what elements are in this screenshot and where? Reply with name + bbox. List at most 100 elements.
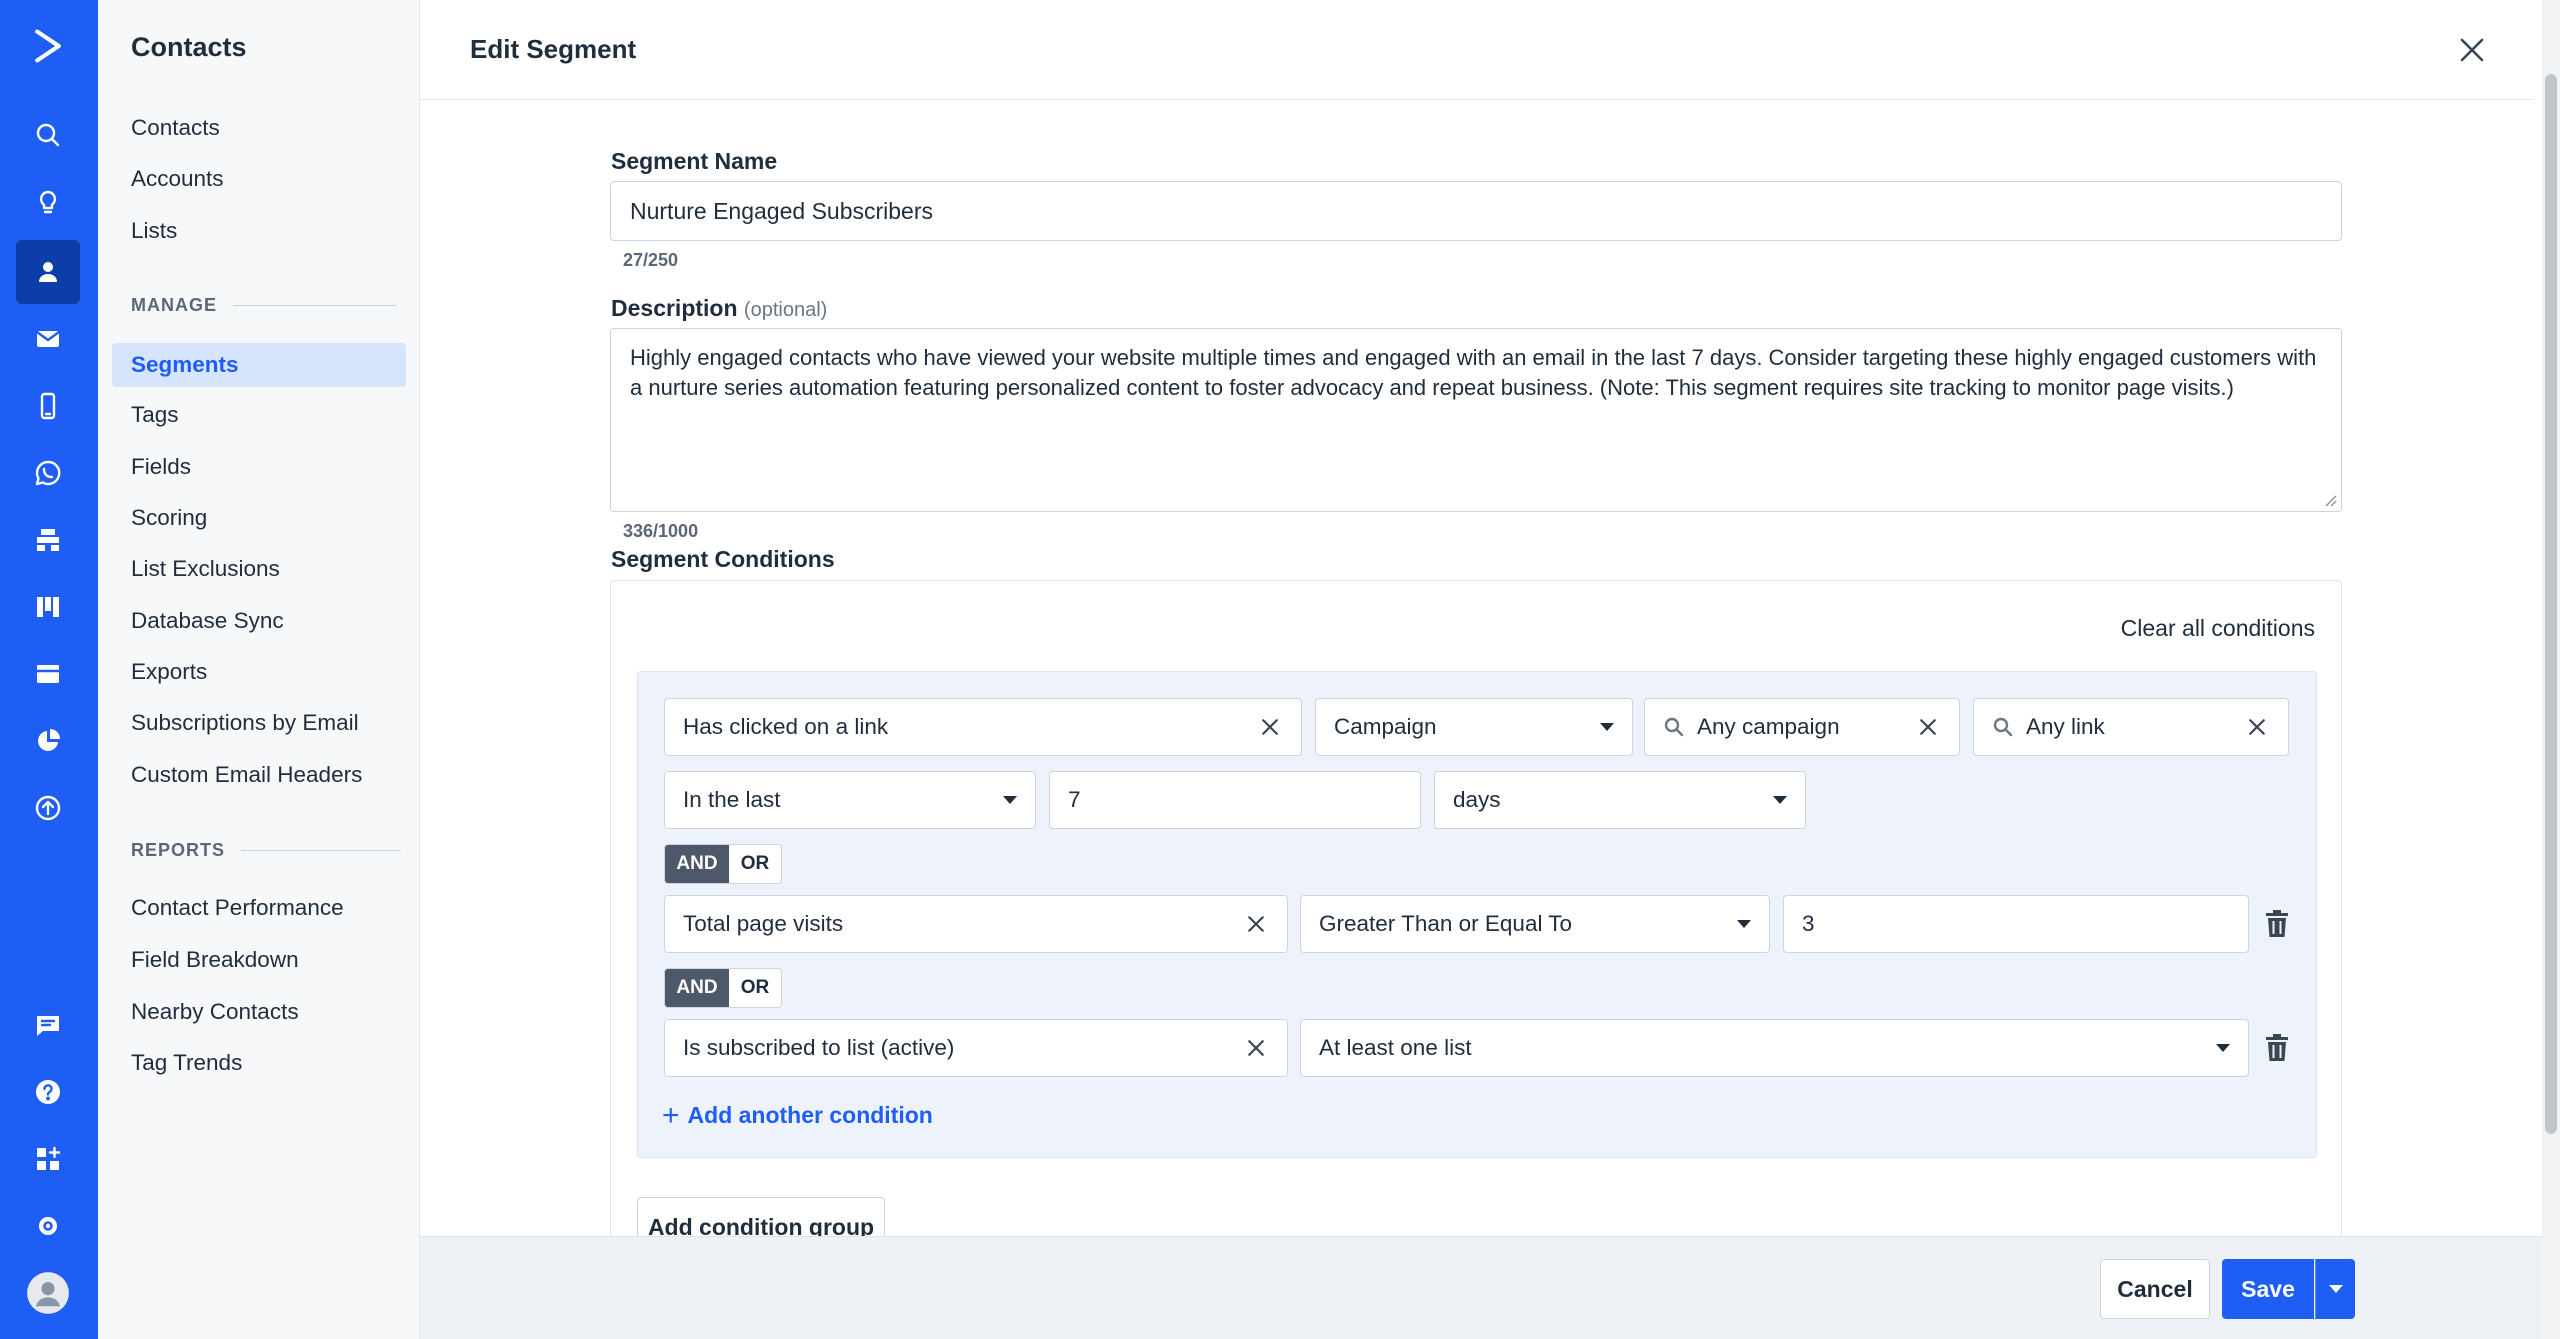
nav-item-field-breakdown[interactable]: Field Breakdown: [131, 946, 299, 974]
nav-item-segments[interactable]: Segments: [112, 343, 406, 387]
edit-segment-panel: Edit Segment Segment Name Nurture Engage…: [420, 0, 2560, 1339]
segment-conditions-box: Clear all conditions Has clicked on a li…: [610, 580, 2342, 1280]
panel-header: Edit Segment: [420, 0, 2532, 100]
pipeline-icon[interactable]: [16, 575, 80, 639]
and-toggle-1[interactable]: AND: [665, 845, 729, 883]
timeframe-text: In the last: [683, 787, 781, 812]
nav-item-custom-email-headers[interactable]: Custom Email Headers: [131, 761, 362, 789]
lightbulb-icon[interactable]: [16, 171, 80, 235]
timeframe-unit-text: days: [1453, 787, 1501, 812]
delete-condition-3-icon[interactable]: [2262, 1032, 2292, 1064]
help-icon[interactable]: [16, 1060, 80, 1124]
secondary-nav: Contacts Contacts Accounts Lists MANAGE …: [98, 0, 420, 1339]
panel-title: Edit Segment: [470, 34, 637, 64]
and-or-toggle-2: AND OR: [664, 968, 782, 1008]
nav-item-scoring[interactable]: Scoring: [131, 504, 207, 532]
condition-select-3[interactable]: Is subscribed to list (active): [664, 1019, 1288, 1077]
nav-item-tags[interactable]: Tags: [131, 401, 179, 429]
nav-item-list-exclusions[interactable]: List Exclusions: [131, 555, 280, 583]
nav-item-subscriptions-by-email[interactable]: Subscriptions by Email: [131, 709, 359, 737]
save-button[interactable]: Save: [2222, 1259, 2314, 1319]
user-avatar-icon[interactable]: [16, 1261, 80, 1325]
chevron-down-icon: [1737, 920, 1751, 928]
condition-2-text: Total page visits: [683, 911, 844, 936]
clear-condition-2-icon[interactable]: [1243, 911, 1269, 937]
campaign-type-select[interactable]: Campaign: [1315, 698, 1633, 756]
chevron-down-icon: [1773, 796, 1787, 804]
campaign-search-select[interactable]: Any campaign: [1644, 698, 1960, 756]
timeframe-select[interactable]: In the last: [664, 771, 1036, 829]
contacts-icon[interactable]: [16, 240, 80, 304]
upload-icon[interactable]: [16, 776, 80, 840]
campaign-search-text: Any campaign: [1697, 714, 1840, 739]
manage-section-label: MANAGE: [131, 295, 217, 315]
and-or-toggle-1: AND OR: [664, 844, 782, 884]
and-toggle-2[interactable]: AND: [665, 969, 729, 1007]
description-textarea[interactable]: Highly engaged contacts who have viewed …: [610, 328, 2342, 512]
nav-item-accounts[interactable]: Accounts: [131, 165, 224, 193]
list-select[interactable]: At least one list: [1300, 1019, 2249, 1077]
description-text: Highly engaged contacts who have viewed …: [630, 345, 2317, 400]
condition-select-2[interactable]: Total page visits: [664, 895, 1288, 953]
link-search-text: Any link: [2026, 714, 2105, 739]
add-another-condition-link[interactable]: + Add another condition: [662, 1098, 933, 1132]
nav-item-nearby-contacts[interactable]: Nearby Contacts: [131, 998, 299, 1026]
scrollbar[interactable]: [2542, 0, 2560, 1339]
condition-group: Has clicked on a link Campaign Any campa…: [637, 671, 2317, 1158]
cancel-button[interactable]: Cancel: [2100, 1259, 2210, 1319]
clear-campaign-icon[interactable]: [1915, 714, 1941, 740]
apps-icon[interactable]: [16, 1127, 80, 1191]
scrollbar-thumb[interactable]: [2545, 74, 2557, 1134]
segment-name-input[interactable]: Nurture Engaged Subscribers: [610, 181, 2342, 241]
whatsapp-icon[interactable]: [16, 441, 80, 505]
page-visits-value-input[interactable]: 3: [1783, 895, 2249, 953]
nav-item-exports[interactable]: Exports: [131, 658, 207, 686]
app-rail: [0, 0, 98, 1339]
description-optional-hint: (optional): [743, 299, 828, 321]
nav-item-contact-performance[interactable]: Contact Performance: [131, 894, 344, 922]
nav-item-fields[interactable]: Fields: [131, 453, 191, 481]
chat-icon[interactable]: [16, 993, 80, 1057]
condition-select-1[interactable]: Has clicked on a link: [664, 698, 1302, 756]
site-icon[interactable]: [16, 642, 80, 706]
segment-name-counter: 27/250: [623, 250, 679, 270]
search-icon[interactable]: [16, 103, 80, 167]
chevron-down-icon: [2328, 1285, 2343, 1293]
condition-3-text: Is subscribed to list (active): [683, 1035, 955, 1060]
description-label: Description (optional): [611, 295, 827, 322]
campaign-type-text: Campaign: [1334, 714, 1437, 739]
reports-pie-icon[interactable]: [16, 709, 80, 773]
automation-icon[interactable]: [16, 508, 80, 572]
nav-item-lists[interactable]: Lists: [131, 217, 177, 245]
nav-item-tag-trends[interactable]: Tag Trends: [131, 1049, 242, 1077]
chevron-down-icon: [1600, 723, 1614, 731]
clear-condition-3-icon[interactable]: [1243, 1035, 1269, 1061]
search-icon: [1992, 716, 2014, 738]
nav-item-contacts[interactable]: Contacts: [131, 114, 220, 142]
chevron-down-icon: [1003, 796, 1017, 804]
or-toggle-1[interactable]: OR: [729, 845, 781, 883]
settings-icon[interactable]: [16, 1194, 80, 1258]
close-icon[interactable]: [2450, 28, 2494, 72]
nav-item-database-sync[interactable]: Database Sync: [131, 607, 284, 635]
clear-link-icon[interactable]: [2244, 714, 2270, 740]
or-toggle-2[interactable]: OR: [729, 969, 781, 1007]
operator-select[interactable]: Greater Than or Equal To: [1300, 895, 1770, 953]
mobile-icon[interactable]: [16, 374, 80, 438]
timeframe-amount-input[interactable]: 7: [1049, 771, 1421, 829]
nav-title: Contacts: [131, 32, 247, 62]
link-search-select[interactable]: Any link: [1973, 698, 2289, 756]
timeframe-unit-select[interactable]: days: [1434, 771, 1806, 829]
clear-all-conditions-link[interactable]: Clear all conditions: [2121, 615, 2315, 642]
plus-icon: +: [662, 1098, 680, 1132]
operator-text: Greater Than or Equal To: [1319, 911, 1573, 936]
resize-handle-icon[interactable]: [2323, 493, 2337, 507]
delete-condition-2-icon[interactable]: [2262, 908, 2292, 940]
email-icon[interactable]: [16, 307, 80, 371]
clear-condition-1-icon[interactable]: [1257, 714, 1283, 740]
reports-section-heading: REPORTS: [131, 840, 402, 861]
save-options-dropdown[interactable]: [2315, 1259, 2355, 1319]
description-label-text: Description: [611, 295, 738, 321]
logo-chevron-icon[interactable]: [16, 14, 80, 78]
add-another-condition-label: Add another condition: [687, 1102, 933, 1128]
